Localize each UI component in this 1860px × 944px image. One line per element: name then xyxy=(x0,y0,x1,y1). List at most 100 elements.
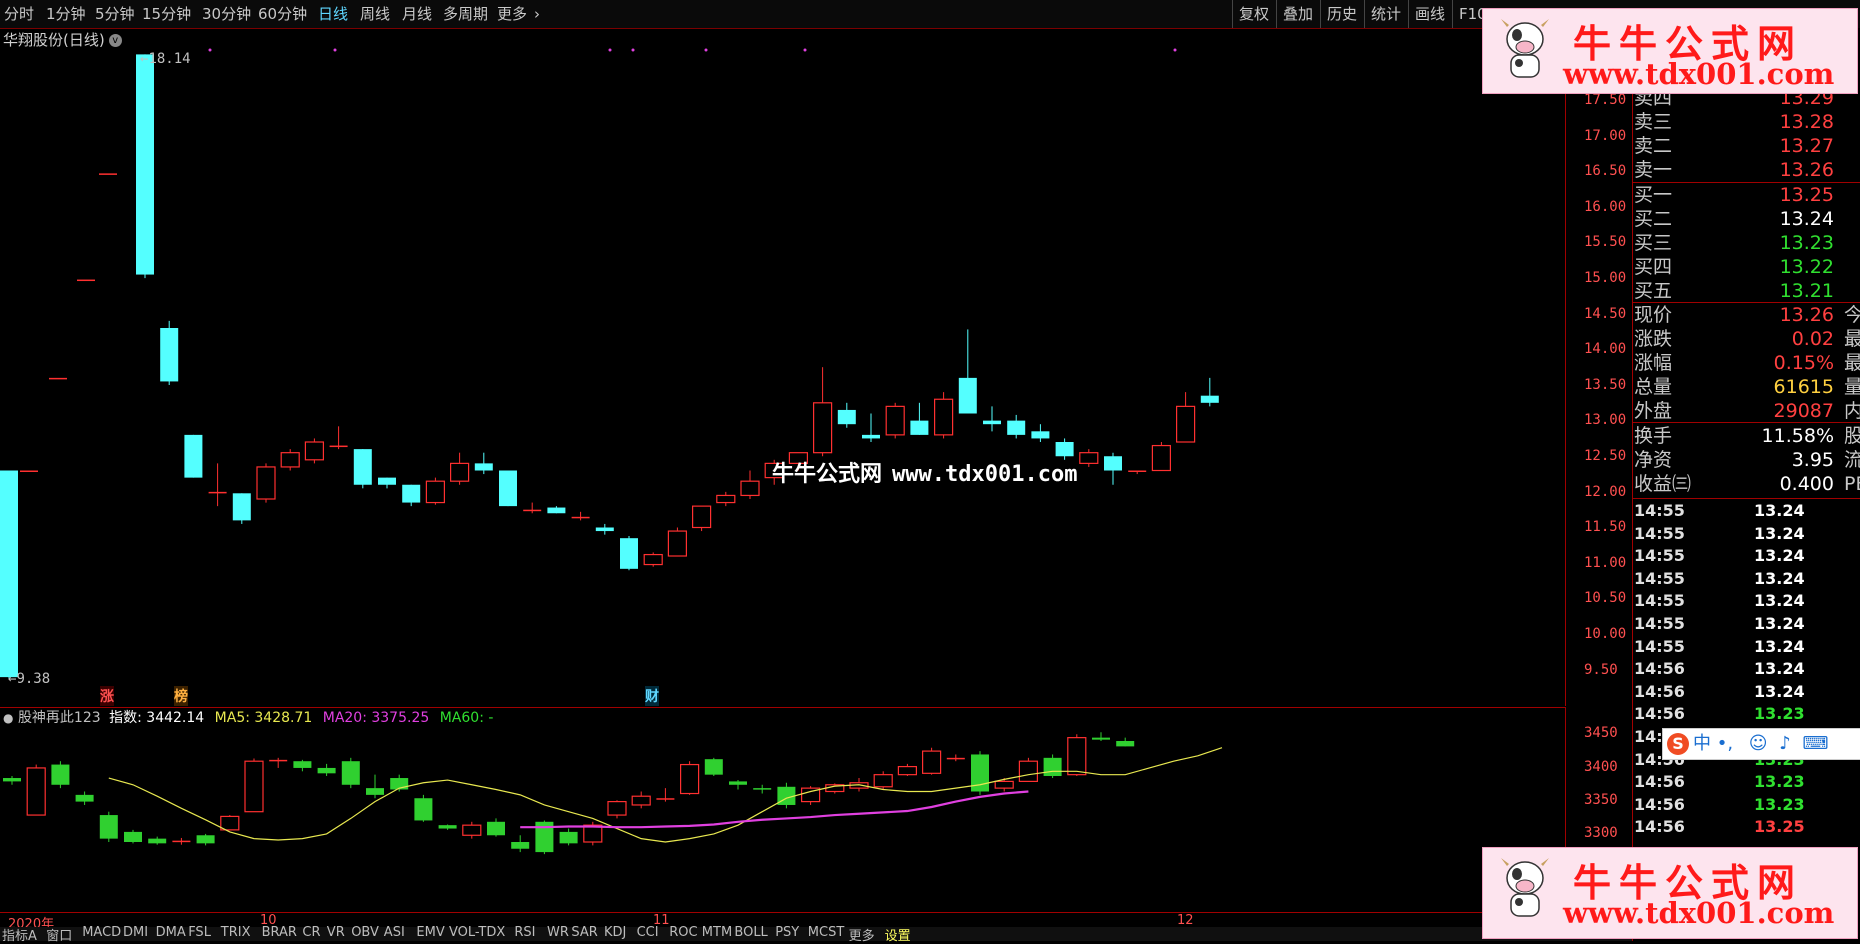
quote-sub-label: 内盘 xyxy=(1844,400,1860,422)
indicator-tab-12[interactable]: EMV xyxy=(416,925,444,940)
tick-row: 14:56 13.25 xyxy=(1634,816,1805,838)
price-axis-label: 13.50 xyxy=(1584,376,1627,393)
candle-body xyxy=(20,470,38,472)
candle-body xyxy=(474,463,493,471)
indicator-tab-14[interactable]: RSI xyxy=(514,925,535,940)
keyboard-icon[interactable]: ⌨ xyxy=(1803,733,1829,754)
tick-price: 13.23 xyxy=(1754,704,1805,724)
indicator-tab-15[interactable]: WR xyxy=(547,925,569,940)
indicator-tab-1[interactable]: 窗口 xyxy=(46,925,72,944)
tag-zhang[interactable]: 涨 xyxy=(100,686,114,706)
quote-row: 净资 3.95 流通 xyxy=(1634,448,1860,472)
indicator-tab-4[interactable]: DMA xyxy=(156,925,186,940)
min-price-label: ←9.38 xyxy=(8,671,51,687)
indicator-tab-2[interactable]: MACD xyxy=(82,925,121,940)
index-candle-body xyxy=(753,788,772,790)
candle-body xyxy=(837,409,856,425)
indicator-tab-11[interactable]: ASI xyxy=(384,925,405,940)
index-candle-body xyxy=(26,767,46,816)
index-candle-body xyxy=(994,780,1014,789)
candle-body xyxy=(77,279,95,282)
quote-label: 买三 xyxy=(1634,232,1673,254)
tick-price: 13.24 xyxy=(1754,681,1805,701)
index-candle-body xyxy=(220,815,240,831)
microphone-icon[interactable]: ♪ xyxy=(1779,733,1791,754)
indicator-tab-13[interactable]: VOL-TDX xyxy=(449,925,505,940)
tick-time: 14:56 xyxy=(1634,794,1685,814)
indicator-tab-22[interactable]: PSY xyxy=(775,925,799,940)
quote-label: 外盘 xyxy=(1634,400,1673,422)
index-candle-body xyxy=(559,831,578,844)
tick-price: 13.23 xyxy=(1754,794,1805,814)
indicator-tab-5[interactable]: FSL xyxy=(188,925,211,940)
divider xyxy=(1632,498,1860,499)
tick-time: 14:55 xyxy=(1634,636,1685,656)
tick-row: 14:56 13.24 xyxy=(1634,658,1805,680)
tick-row: 14:56 13.23 xyxy=(1634,794,1805,816)
tick-time: 14:55 xyxy=(1634,591,1685,611)
candle-body xyxy=(425,480,445,504)
candle-body xyxy=(885,405,905,436)
indicator-tab-19[interactable]: ROC xyxy=(669,925,697,940)
tag-cai[interactable]: 财 xyxy=(645,686,659,706)
price-axis-label: 10.00 xyxy=(1584,626,1627,642)
quote-value: 13.28 xyxy=(1779,111,1834,133)
index-candle-body xyxy=(317,767,336,774)
candle-body xyxy=(353,449,372,485)
candle-body xyxy=(160,328,179,382)
emoji-icon[interactable]: ☺ xyxy=(1749,733,1768,754)
price-axis-label: 10.50 xyxy=(1584,590,1627,607)
quote-label: 买二 xyxy=(1634,208,1673,230)
indicator-tab-20[interactable]: MTM xyxy=(702,925,732,940)
index-candle-body xyxy=(51,764,70,785)
indicator-tab-21[interactable]: BOLL xyxy=(734,925,767,940)
quote-label: 总量 xyxy=(1634,376,1673,398)
quote-label: 卖三 xyxy=(1634,111,1673,133)
tick-time: 14:55 xyxy=(1634,614,1685,633)
index-candle-body xyxy=(244,760,264,813)
tick-row: 14:56 13.24 xyxy=(1634,681,1805,703)
candle-body xyxy=(595,527,614,532)
quote-label: 买五 xyxy=(1634,280,1673,302)
candle-body xyxy=(620,538,638,569)
quote-row: 总量 61615 量比 xyxy=(1634,375,1860,399)
index-candle-body xyxy=(438,825,457,829)
tick-row: 14:55 13.24 xyxy=(1634,636,1805,658)
tick-price: 13.23 xyxy=(1754,772,1805,792)
indicator-tab-18[interactable]: CCI xyxy=(637,925,659,940)
price-axis-label: 14.50 xyxy=(1584,305,1627,322)
candle-body xyxy=(49,377,67,380)
candle-body xyxy=(812,402,833,454)
index-candle-body xyxy=(873,774,893,788)
ime-mode[interactable]: 中 •, xyxy=(1693,733,1733,754)
indicator-tab-6[interactable]: TRIX xyxy=(221,925,251,940)
indicator-tab-25[interactable]: 设置 xyxy=(885,925,911,944)
tick-row: 14:55 13.24 xyxy=(1634,523,1805,545)
price-axis-label: 14.00 xyxy=(1584,341,1627,358)
tick-price: 13.24 xyxy=(1754,568,1805,588)
index-candle-body xyxy=(196,835,215,844)
index-candle-body xyxy=(3,778,21,782)
index-candle-body xyxy=(511,842,530,849)
indicator-tab-10[interactable]: OBV xyxy=(351,925,379,940)
indicator-tab-24[interactable]: 更多 xyxy=(849,925,875,944)
tag-bang[interactable]: 榜 xyxy=(174,686,188,706)
indicator-tab-9[interactable]: VR xyxy=(327,925,345,940)
marker-dot xyxy=(1173,48,1177,52)
candle-body xyxy=(184,434,203,478)
quote-value: 0.15% xyxy=(1773,352,1834,374)
tick-price: 13.24 xyxy=(1754,591,1805,611)
indicator-tab-0[interactable]: 指标A xyxy=(2,925,37,944)
candle-body xyxy=(958,377,977,414)
quote-value: 13.26 xyxy=(1779,304,1834,326)
indicator-tab-16[interactable]: SAR xyxy=(571,925,597,940)
quote-value: 13.27 xyxy=(1779,135,1834,157)
indicator-tab-3[interactable]: DMI xyxy=(123,925,148,940)
indicator-tab-17[interactable]: KDJ xyxy=(604,925,626,940)
indicator-tab-7[interactable]: BRAR xyxy=(262,925,297,940)
quote-value: 61615 xyxy=(1773,376,1834,398)
sogou-logo-icon[interactable]: S xyxy=(1667,733,1689,755)
ime-toolbar[interactable]: S中 •, ☺ ♪ ⌨ xyxy=(1662,728,1860,760)
indicator-tab-23[interactable]: MCST xyxy=(808,925,845,940)
indicator-tab-8[interactable]: CR xyxy=(302,925,320,940)
